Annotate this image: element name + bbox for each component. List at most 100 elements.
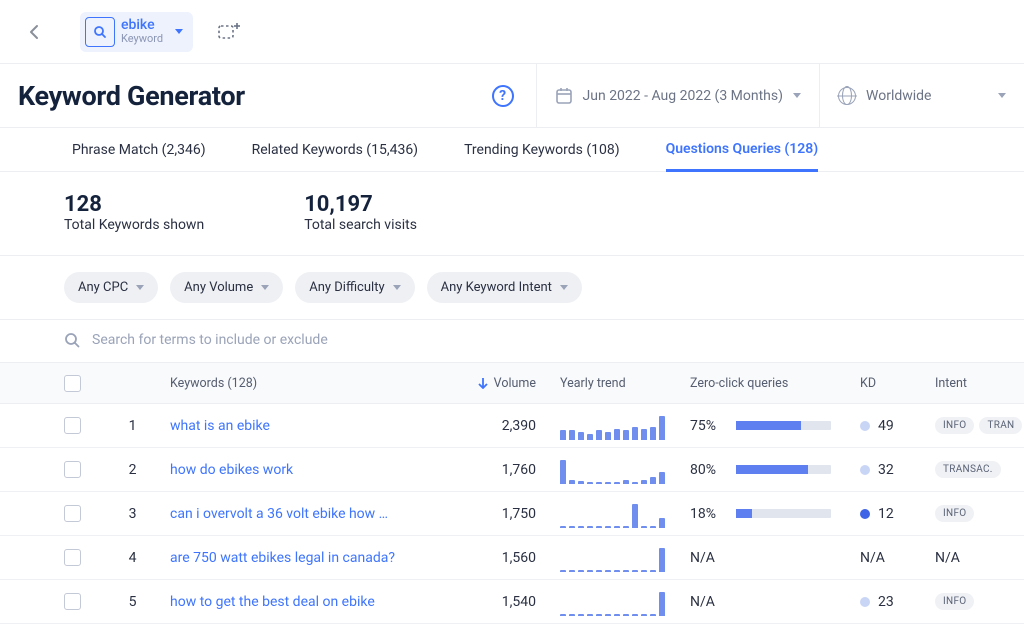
filter-intent[interactable]: Any Keyword Intent bbox=[427, 272, 582, 303]
sort-desc-icon bbox=[478, 377, 488, 389]
region-selector[interactable]: Worldwide bbox=[819, 64, 1024, 127]
kd-dot-icon bbox=[860, 509, 870, 519]
kd-dot-icon bbox=[860, 465, 870, 475]
intent-cell: TRANSAC. bbox=[935, 461, 1024, 478]
row-index: 4 bbox=[95, 550, 170, 566]
kd-dot-icon bbox=[860, 597, 870, 607]
kd-cell: 23 bbox=[860, 594, 935, 610]
trend-chart bbox=[560, 456, 690, 484]
kd-value: N/A bbox=[860, 550, 885, 566]
th-zero-click[interactable]: Zero-click queries bbox=[690, 376, 860, 391]
table-row: 2how do ebikes work 1,760 80% 32 TRANSAC. bbox=[0, 448, 1024, 492]
zero-click-cell: 75% bbox=[690, 418, 860, 434]
kd-cell: N/A bbox=[860, 550, 935, 566]
kd-cell: 12 bbox=[860, 506, 935, 522]
intent-chip: TRAN bbox=[979, 417, 1022, 434]
keyword-chip-label: ebike bbox=[121, 18, 163, 33]
kd-cell: 32 bbox=[860, 462, 935, 478]
chevron-down-icon bbox=[998, 93, 1006, 98]
th-trend[interactable]: Yearly trend bbox=[550, 376, 690, 391]
tab-questions-queries[interactable]: Questions Queries (128) bbox=[666, 128, 819, 172]
stat-total-keywords: 128 Total Keywords shown bbox=[64, 192, 204, 233]
tab-trending-keywords[interactable]: Trending Keywords (108) bbox=[464, 128, 620, 172]
keyword-chip[interactable]: ebike Keyword bbox=[80, 12, 193, 52]
region-label: Worldwide bbox=[866, 88, 931, 104]
zero-click-cell: N/A bbox=[690, 550, 860, 566]
zero-click-pct: 75% bbox=[690, 418, 724, 434]
back-button[interactable] bbox=[25, 22, 45, 42]
row-checkbox[interactable] bbox=[64, 505, 81, 522]
zero-click-cell: 18% bbox=[690, 506, 860, 522]
zero-click-pct: N/A bbox=[690, 550, 724, 566]
search-icon bbox=[85, 17, 115, 47]
volume-value: 1,750 bbox=[445, 506, 550, 522]
page-title: Keyword Generator bbox=[18, 80, 245, 112]
table-row: 3can i overvolt a 36 volt ebike how … 1,7… bbox=[0, 492, 1024, 536]
intent-cell: N/A bbox=[935, 550, 1024, 566]
zero-click-pct: 80% bbox=[690, 462, 724, 478]
row-checkbox[interactable] bbox=[64, 417, 81, 434]
tab-related-keywords[interactable]: Related Keywords (15,436) bbox=[252, 128, 418, 172]
kd-cell: 49 bbox=[860, 418, 935, 434]
table-row: 4are 750 watt ebikes legal in canada? 1,5… bbox=[0, 536, 1024, 580]
kd-value: 23 bbox=[878, 594, 894, 610]
select-all-checkbox[interactable] bbox=[64, 375, 81, 392]
help-button[interactable]: ? bbox=[492, 85, 514, 107]
filter-volume[interactable]: Any Volume bbox=[170, 272, 283, 303]
volume-value: 2,390 bbox=[445, 418, 550, 434]
table-row: 1what is an ebike2,39075%49INFOTRAN bbox=[0, 404, 1024, 448]
table-row: 5how to get the best deal on ebike 1,540 N… bbox=[0, 580, 1024, 624]
trend-chart bbox=[560, 544, 690, 572]
row-checkbox[interactable] bbox=[64, 593, 81, 610]
th-kd[interactable]: KD bbox=[860, 376, 935, 391]
filter-difficulty[interactable]: Any Difficulty bbox=[295, 272, 414, 303]
intent-cell: INFO TRAN bbox=[935, 417, 1024, 434]
zero-click-pct: 18% bbox=[690, 506, 724, 522]
filter-cpc[interactable]: Any CPC bbox=[64, 272, 158, 303]
row-checkbox[interactable] bbox=[64, 549, 81, 566]
intent-chip: INFO bbox=[935, 593, 974, 610]
zero-click-pct: N/A bbox=[690, 594, 724, 610]
globe-icon bbox=[838, 87, 856, 105]
zero-click-cell: 80% bbox=[690, 462, 860, 478]
tab-phrase-match[interactable]: Phrase Match (2,346) bbox=[72, 128, 206, 172]
row-index: 2 bbox=[95, 462, 170, 478]
th-keywords[interactable]: Keywords (128) bbox=[170, 376, 445, 391]
chevron-down-icon bbox=[793, 93, 801, 98]
keyword-link[interactable]: how do ebikes work bbox=[170, 462, 430, 478]
search-input[interactable] bbox=[92, 332, 492, 348]
intent-chip: INFO bbox=[935, 417, 974, 434]
trend-chart bbox=[560, 412, 690, 440]
calendar-icon bbox=[555, 87, 573, 105]
volume-value: 1,560 bbox=[445, 550, 550, 566]
volume-value: 1,540 bbox=[445, 594, 550, 610]
keyword-link[interactable]: can i overvolt a 36 volt ebike how … bbox=[170, 506, 430, 522]
intent-chip: TRANSAC. bbox=[935, 461, 1001, 478]
trend-chart bbox=[560, 588, 690, 616]
intent-chip: INFO bbox=[935, 505, 974, 522]
trend-chart bbox=[560, 500, 690, 528]
kd-value: 32 bbox=[878, 462, 894, 478]
th-volume[interactable]: Volume bbox=[445, 376, 550, 391]
th-intent[interactable]: Intent bbox=[935, 376, 1024, 391]
row-checkbox[interactable] bbox=[64, 461, 81, 478]
date-range-selector[interactable]: Jun 2022 - Aug 2022 (3 Months) bbox=[536, 64, 819, 127]
kd-dot-icon bbox=[860, 421, 870, 431]
zero-click-cell: N/A bbox=[690, 594, 860, 610]
kd-value: 49 bbox=[878, 418, 894, 434]
keyword-chip-sub: Keyword bbox=[121, 33, 163, 45]
date-range-label: Jun 2022 - Aug 2022 (3 Months) bbox=[583, 88, 783, 104]
search-icon bbox=[64, 332, 80, 348]
keyword-link[interactable]: how to get the best deal on ebike bbox=[170, 594, 430, 610]
chevron-down-icon bbox=[175, 29, 183, 34]
row-index: 5 bbox=[95, 594, 170, 610]
kd-value: 12 bbox=[878, 506, 894, 522]
add-comparison-button[interactable] bbox=[218, 22, 240, 42]
volume-value: 1,760 bbox=[445, 462, 550, 478]
row-index: 3 bbox=[95, 506, 170, 522]
keyword-link[interactable]: are 750 watt ebikes legal in canada? bbox=[170, 550, 430, 566]
keyword-link[interactable]: what is an ebike bbox=[170, 418, 430, 434]
stat-total-visits: 10,197 Total search visits bbox=[304, 192, 417, 233]
intent-cell: INFO bbox=[935, 593, 1024, 610]
intent-cell: INFO bbox=[935, 505, 1024, 522]
